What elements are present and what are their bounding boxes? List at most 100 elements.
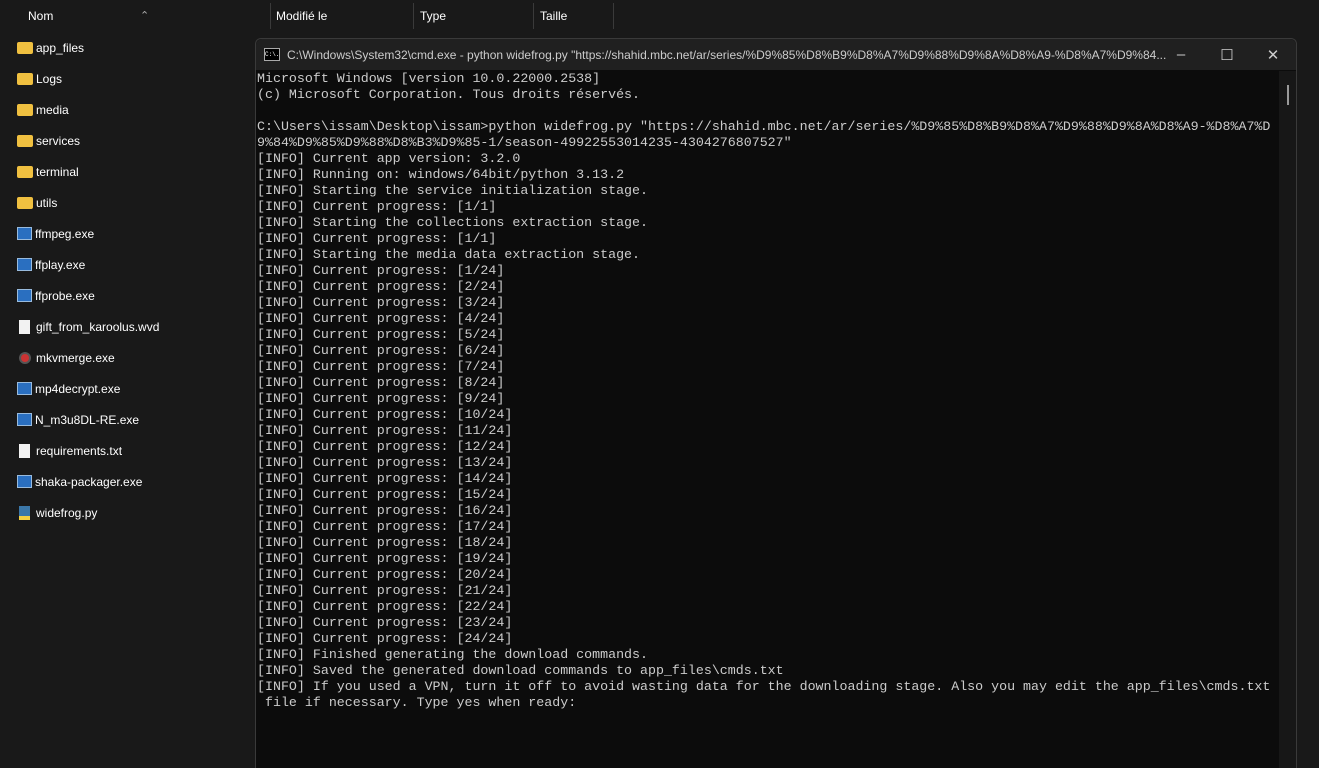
folder-icon — [17, 165, 33, 178]
exe-icon — [17, 382, 32, 395]
cmd-window[interactable]: C:\. C:\Windows\System32\cmd.exe - pytho… — [255, 38, 1297, 768]
mkv-icon — [21, 353, 29, 362]
file-name: ffprobe.exe — [35, 288, 95, 303]
folder-icon — [17, 41, 33, 54]
file-item[interactable]: gift_from_karoolus.wvd — [0, 311, 250, 342]
terminal-line: [INFO] Current app version: 3.2.0 — [257, 151, 521, 166]
column-divider[interactable] — [413, 3, 414, 29]
terminal-line: [INFO] Current progress: [18/24] — [257, 535, 513, 550]
file-list: app_files Logs media services terminal utils f… — [0, 32, 250, 528]
terminal-line: [INFO] Current progress: [10/24] — [257, 407, 513, 422]
file-name: widefrog.py — [36, 505, 98, 520]
column-name[interactable]: Nom — [28, 9, 53, 23]
file-item[interactable]: ffplay.exe — [0, 249, 250, 280]
file-item[interactable]: ffprobe.exe — [0, 280, 250, 311]
terminal-output[interactable]: Microsoft Windows [version 10.0.22000.25… — [257, 71, 1270, 711]
terminal-line: [INFO] Current progress: [15/24] — [257, 487, 513, 502]
file-item[interactable]: N_m3u8DL-RE.exe — [0, 404, 250, 435]
file-name: terminal — [36, 164, 79, 179]
terminal-line: C:\Users\issam\Desktop\issam>python wide… — [257, 119, 1271, 134]
folder-icon — [17, 72, 33, 85]
window-title: C:\Windows\System32\cmd.exe - python wid… — [287, 47, 1167, 62]
scrollbar-thumb[interactable] — [1287, 85, 1289, 105]
doc-icon — [19, 443, 30, 458]
terminal-line: [INFO] Current progress: [9/24] — [257, 391, 505, 406]
terminal-line: file if necessary. Type yes when ready: — [257, 695, 577, 710]
file-name: N_m3u8DL-RE.exe — [35, 412, 140, 427]
terminal-line: [INFO] Running on: windows/64bit/python … — [257, 167, 625, 182]
explorer-column-header: ⌃ Nom Modifié le Type Taille — [0, 0, 620, 32]
file-item[interactable]: ffmpeg.exe — [0, 218, 250, 249]
terminal-line: Microsoft Windows [version 10.0.22000.25… — [257, 71, 601, 86]
file-name: services — [36, 133, 81, 148]
file-item[interactable]: Logs — [0, 63, 250, 94]
column-type[interactable]: Type — [420, 9, 446, 23]
column-divider[interactable] — [270, 3, 271, 29]
terminal-line: [INFO] Current progress: [2/24] — [257, 279, 505, 294]
file-name: mkvmerge.exe — [36, 350, 115, 365]
folder-icon — [17, 103, 33, 116]
terminal-line: [INFO] Finished generating the download … — [257, 647, 648, 662]
file-item[interactable]: services — [0, 125, 250, 156]
file-name: utils — [36, 195, 58, 210]
folder-icon — [17, 134, 33, 147]
file-item[interactable]: shaka-packager.exe — [0, 466, 250, 497]
maximize-button[interactable]: ☐ — [1204, 39, 1250, 70]
column-divider[interactable] — [533, 3, 534, 29]
column-modified[interactable]: Modifié le — [276, 9, 327, 23]
terminal-line: [INFO] Current progress: [22/24] — [257, 599, 513, 614]
folder-icon — [17, 196, 33, 209]
terminal-line: [INFO] Starting the media data extractio… — [257, 247, 641, 262]
terminal-line: [INFO] Saved the generated download comm… — [257, 663, 784, 678]
terminal-line: [INFO] Current progress: [1/24] — [257, 263, 505, 278]
file-item[interactable]: mp4decrypt.exe — [0, 373, 250, 404]
file-name: ffmpeg.exe — [35, 226, 95, 241]
terminal-line: [INFO] Current progress: [7/24] — [257, 359, 505, 374]
title-bar[interactable]: C:\. C:\Windows\System32\cmd.exe - pytho… — [256, 39, 1296, 70]
terminal-line: [INFO] Current progress: [23/24] — [257, 615, 513, 630]
terminal-line: [INFO] Current progress: [6/24] — [257, 343, 505, 358]
terminal-line: [INFO] Starting the collections extracti… — [257, 215, 648, 230]
file-item[interactable]: media — [0, 94, 250, 125]
terminal-line: [INFO] Current progress: [13/24] — [257, 455, 513, 470]
terminal-line: [INFO] Current progress: [12/24] — [257, 439, 513, 454]
terminal-line: [INFO] If you used a VPN, turn it off to… — [257, 679, 1271, 694]
terminal-line: (c) Microsoft Corporation. Tous droits r… — [257, 87, 641, 102]
terminal-line: [INFO] Current progress: [16/24] — [257, 503, 513, 518]
file-item[interactable]: mkvmerge.exe — [0, 342, 250, 373]
py-icon — [19, 505, 30, 520]
exe-icon — [17, 413, 32, 426]
terminal-line: [INFO] Current progress: [3/24] — [257, 295, 505, 310]
terminal-line: [INFO] Current progress: [11/24] — [257, 423, 513, 438]
minimize-button[interactable]: – — [1158, 39, 1204, 70]
close-button[interactable]: ✕ — [1250, 39, 1296, 70]
sort-ascending-icon: ⌃ — [140, 10, 150, 22]
exe-icon — [17, 289, 32, 302]
terminal-line: 9%84%D9%85%D9%88%D8%B3%D9%85-1/season-49… — [257, 135, 792, 150]
file-name: gift_from_karoolus.wvd — [36, 319, 160, 334]
scrollbar[interactable] — [1279, 71, 1296, 768]
file-name: ffplay.exe — [35, 257, 86, 272]
terminal-line: [INFO] Starting the service initializati… — [257, 183, 648, 198]
file-item[interactable]: terminal — [0, 156, 250, 187]
file-item[interactable]: widefrog.py — [0, 497, 250, 528]
doc-icon — [19, 319, 30, 334]
terminal-line: [INFO] Current progress: [19/24] — [257, 551, 513, 566]
file-name: media — [36, 102, 69, 117]
file-item[interactable]: requirements.txt — [0, 435, 250, 466]
terminal-line: [INFO] Current progress: [5/24] — [257, 327, 505, 342]
exe-icon — [17, 258, 32, 271]
exe-icon — [17, 227, 32, 240]
file-name: requirements.txt — [36, 443, 123, 458]
file-name: app_files — [36, 40, 85, 55]
terminal-line: [INFO] Current progress: [1/1] — [257, 199, 497, 214]
terminal-line: [INFO] Current progress: [8/24] — [257, 375, 505, 390]
terminal-line: [INFO] Current progress: [4/24] — [257, 311, 505, 326]
column-divider[interactable] — [613, 3, 614, 29]
file-item[interactable]: app_files — [0, 32, 250, 63]
exe-icon — [17, 475, 32, 488]
terminal-line: [INFO] Current progress: [14/24] — [257, 471, 513, 486]
terminal-line: [INFO] Current progress: [20/24] — [257, 567, 513, 582]
column-size[interactable]: Taille — [540, 9, 567, 23]
file-item[interactable]: utils — [0, 187, 250, 218]
